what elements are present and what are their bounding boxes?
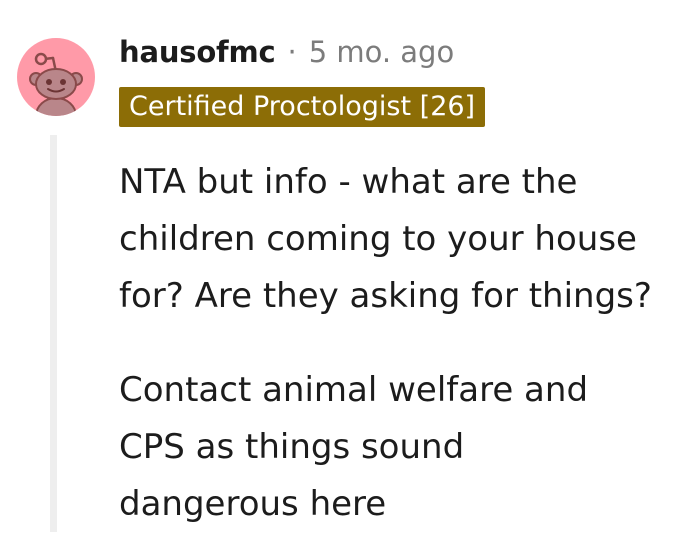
- comment: hausofmc · 5 mo. ago Certified Proctolog…: [0, 0, 700, 532]
- user-avatar[interactable]: [17, 38, 95, 116]
- username[interactable]: hausofmc: [119, 35, 276, 69]
- thread-collapse-line[interactable]: [50, 135, 57, 532]
- comment-paragraph: Contact animal welfare and CPS as things…: [119, 370, 589, 524]
- timestamp[interactable]: 5 mo. ago: [309, 35, 455, 69]
- reddit-snoo-avatar-icon: [29, 52, 83, 116]
- comment-header: hausofmc · 5 mo. ago: [119, 30, 454, 74]
- comment-body: NTA but info - what are the children com…: [119, 154, 689, 533]
- comment-paragraph: NTA but info - what are the children com…: [119, 162, 652, 316]
- user-flair: Certified Proctologist [26]: [119, 87, 486, 127]
- separator-dot: ·: [287, 35, 297, 69]
